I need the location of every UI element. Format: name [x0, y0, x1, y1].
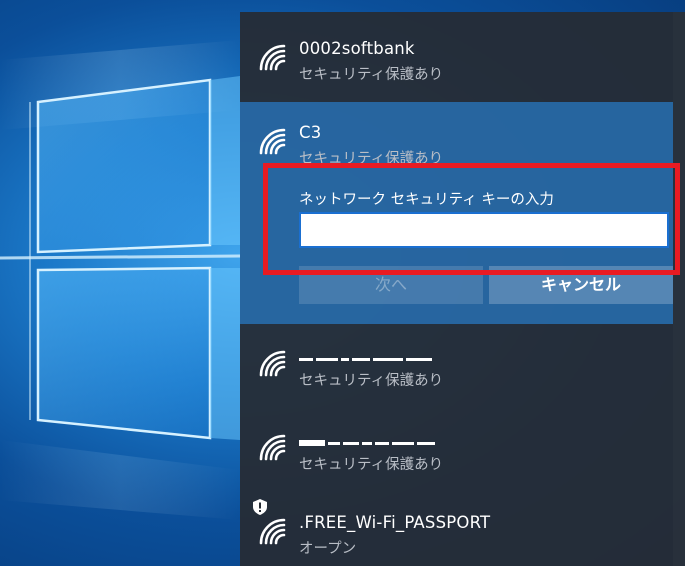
network-ssid: .FREE_Wi-Fi_PASSPORT — [299, 513, 491, 532]
network-item-selected[interactable]: C3 セキュリティ保護あり ネットワーク セキュリティ キーの入力 次へ キャン… — [240, 102, 673, 324]
network-item[interactable]: セキュリティ保護あり — [240, 324, 673, 408]
wifi-icon — [259, 350, 286, 377]
scrollbar[interactable] — [673, 12, 685, 566]
wifi-icon — [259, 44, 286, 71]
network-item[interactable]: .FREE_Wi-Fi_PASSPORT オープン — [240, 492, 673, 566]
network-status: セキュリティ保護あり — [299, 67, 444, 83]
network-ssid-masked — [299, 345, 435, 364]
redacted-ssid — [299, 433, 438, 447]
network-status: セキュリティ保護あり — [299, 457, 444, 473]
security-key-input[interactable] — [299, 212, 669, 248]
network-ssid-masked — [299, 429, 438, 448]
network-status: セキュリティ保護あり — [299, 373, 444, 389]
network-status: セキュリティ保護あり — [299, 151, 444, 167]
wifi-icon — [259, 128, 286, 155]
wifi-shield-icon — [259, 518, 286, 545]
network-item[interactable]: 0002softbank セキュリティ保護あり — [240, 18, 673, 102]
network-item[interactable]: セキュリティ保護あり — [240, 408, 673, 492]
security-key-label: ネットワーク セキュリティ キーの入力 — [299, 192, 554, 208]
redacted-ssid — [299, 349, 435, 363]
network-ssid: 0002softbank — [299, 39, 415, 58]
network-flyout: 0002softbank セキュリティ保護あり C3 セキュリティ保護あり ネッ… — [240, 12, 685, 566]
wifi-icon — [259, 434, 286, 461]
network-ssid: C3 — [299, 123, 322, 142]
cancel-button[interactable]: キャンセル — [489, 266, 673, 304]
next-button[interactable]: 次へ — [299, 266, 483, 304]
network-status: オープン — [299, 541, 357, 557]
shield-warning-icon — [253, 499, 267, 515]
